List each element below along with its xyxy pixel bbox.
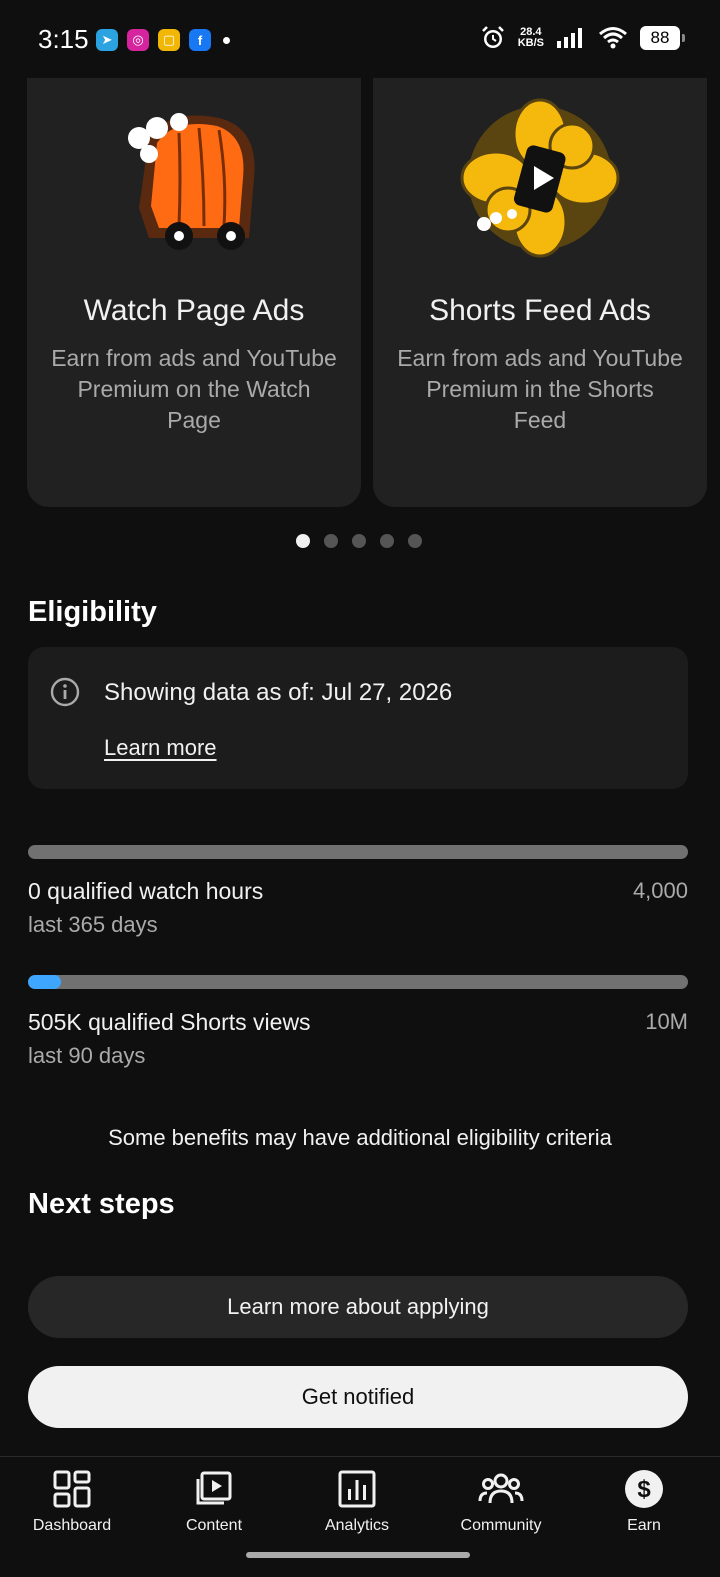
nav-label: Community	[460, 1517, 542, 1534]
nav-community[interactable]: Community	[429, 1465, 573, 1535]
nav-dashboard[interactable]: Dashboard	[0, 1465, 144, 1535]
message-app-icon: ▢	[158, 29, 180, 51]
watch-hours-goal: 4,000	[632, 878, 688, 903]
nav-label: Content	[185, 1517, 243, 1534]
data-info-box: Showing data as of: Jul 27, 2026 Learn m…	[28, 647, 688, 789]
network-speed: 28.4 KB/S	[518, 27, 544, 49]
nav-analytics[interactable]: Analytics	[285, 1465, 429, 1535]
shorts-views-label: 505K qualified Shorts views	[28, 1009, 311, 1035]
card-title: Shorts Feed Ads	[429, 294, 651, 327]
wifi-icon	[599, 27, 627, 49]
data-date-text: Showing data as of: Jul 27, 2026	[104, 679, 453, 706]
status-time: 3:15	[38, 24, 89, 54]
eligibility-note: Some benefits may have additional eligib…	[108, 1125, 612, 1150]
instagram-icon: ◎	[127, 29, 149, 51]
info-icon	[50, 677, 80, 707]
card-description: Earn from ads and YouTube Premium in the…	[397, 345, 683, 433]
shorts-views-progress-bar	[28, 975, 688, 989]
nav-label: Earn	[627, 1517, 661, 1534]
card-shorts-feed-ads[interactable]: Shorts Feed Ads Earn from ads and YouTub…	[373, 50, 707, 507]
watch-hours-period: last 365 days	[28, 912, 158, 937]
nav-label: Analytics	[324, 1517, 390, 1534]
facebook-icon: f	[189, 29, 211, 51]
nav-label: Dashboard	[32, 1517, 112, 1534]
card-title: Watch Page Ads	[83, 294, 305, 327]
battery-indicator: 88	[640, 26, 685, 50]
get-notified-button[interactable]: Get notified	[28, 1366, 688, 1428]
pager-dot[interactable]	[352, 534, 366, 548]
shorts-views-progress-fill	[28, 975, 62, 989]
svg-text:$: $	[637, 1476, 651, 1503]
eligibility-title: Eligibility	[28, 596, 157, 628]
dashboard-icon	[53, 1470, 91, 1508]
network-speed-unit: KB/S	[517, 37, 544, 49]
telegram-icon: ➤	[96, 29, 118, 51]
learn-more-link[interactable]: Learn more	[104, 735, 217, 761]
earn-icon: $	[625, 1470, 663, 1508]
status-bar: 3:15 ➤ ◎ ▢ f 28.4 KB/S 88	[0, 0, 720, 78]
shorts-views-goal: 10M	[645, 1009, 688, 1034]
signal-icon	[557, 28, 582, 48]
pager-dot[interactable]	[380, 534, 394, 548]
home-indicator[interactable]	[246, 1552, 470, 1558]
content-icon	[196, 1471, 232, 1505]
more-notifications-dot-icon	[223, 36, 230, 44]
alarm-icon	[481, 26, 504, 48]
next-steps-title: Next steps	[28, 1188, 175, 1220]
notification-icons: ➤ ◎ ▢ f	[96, 29, 230, 51]
shorts-views-period: last 90 days	[28, 1043, 146, 1068]
analytics-icon	[338, 1470, 376, 1508]
watch-hours-label: 0 qualified watch hours	[28, 878, 264, 904]
pager-dot[interactable]	[324, 534, 338, 548]
card-description: Earn from ads and YouTube Premium on the…	[51, 345, 337, 433]
carousel-pager	[296, 534, 422, 548]
watch-hours-progress-bar	[28, 845, 688, 859]
card-watch-page-ads[interactable]: Watch Page Ads Earn from ads and YouTube…	[27, 50, 361, 507]
pager-dot[interactable]	[408, 534, 422, 548]
popcorn-cart-illustration	[128, 113, 255, 250]
shorts-pinwheel-illustration	[460, 98, 620, 258]
nav-content[interactable]: Content	[142, 1465, 286, 1535]
pager-dot-active[interactable]	[296, 534, 310, 548]
bottom-navigation: Dashboard Content Analytics Community $ …	[0, 1456, 720, 1577]
nav-earn[interactable]: $ Earn	[572, 1465, 716, 1535]
community-icon	[478, 1473, 524, 1504]
learn-more-applying-button[interactable]: Learn more about applying	[28, 1276, 688, 1338]
